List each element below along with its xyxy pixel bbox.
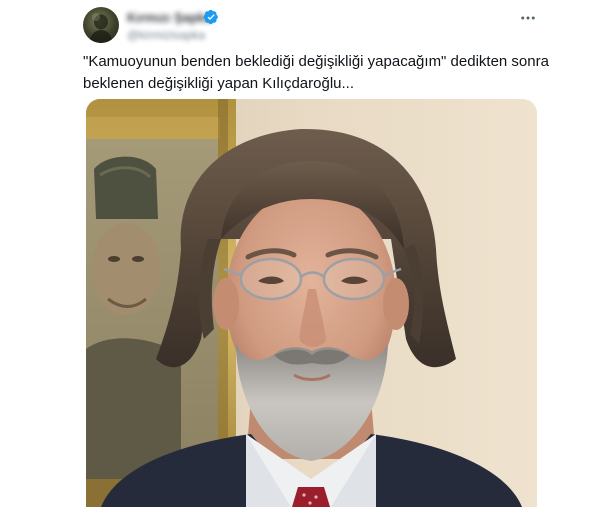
tweet-media-photo[interactable] — [86, 99, 537, 507]
portrait-photo — [86, 99, 537, 507]
tweet-text-line-1: "Kamuoyunun benden beklediği değişikliği… — [83, 53, 549, 70]
more-options-button[interactable] — [516, 6, 540, 30]
author-avatar[interactable] — [83, 7, 119, 43]
tweet-card[interactable]: Kırmızı Şapka @kirmizisapka "Kamuoyunun … — [0, 0, 616, 507]
tweet-text-line-2: beklenen değişikliği yapan Kılıçdaroğlu.… — [83, 75, 355, 92]
tweet-text: "Kamuoyunun benden beklediği değişikliği… — [83, 51, 553, 95]
avatar-image — [89, 13, 113, 43]
author-display-name[interactable]: Kırmızı Şapka — [127, 10, 212, 25]
more-horizontal-icon — [521, 16, 535, 20]
verified-badge-icon — [203, 9, 218, 25]
author-handle[interactable]: @kirmizisapka — [127, 28, 205, 42]
